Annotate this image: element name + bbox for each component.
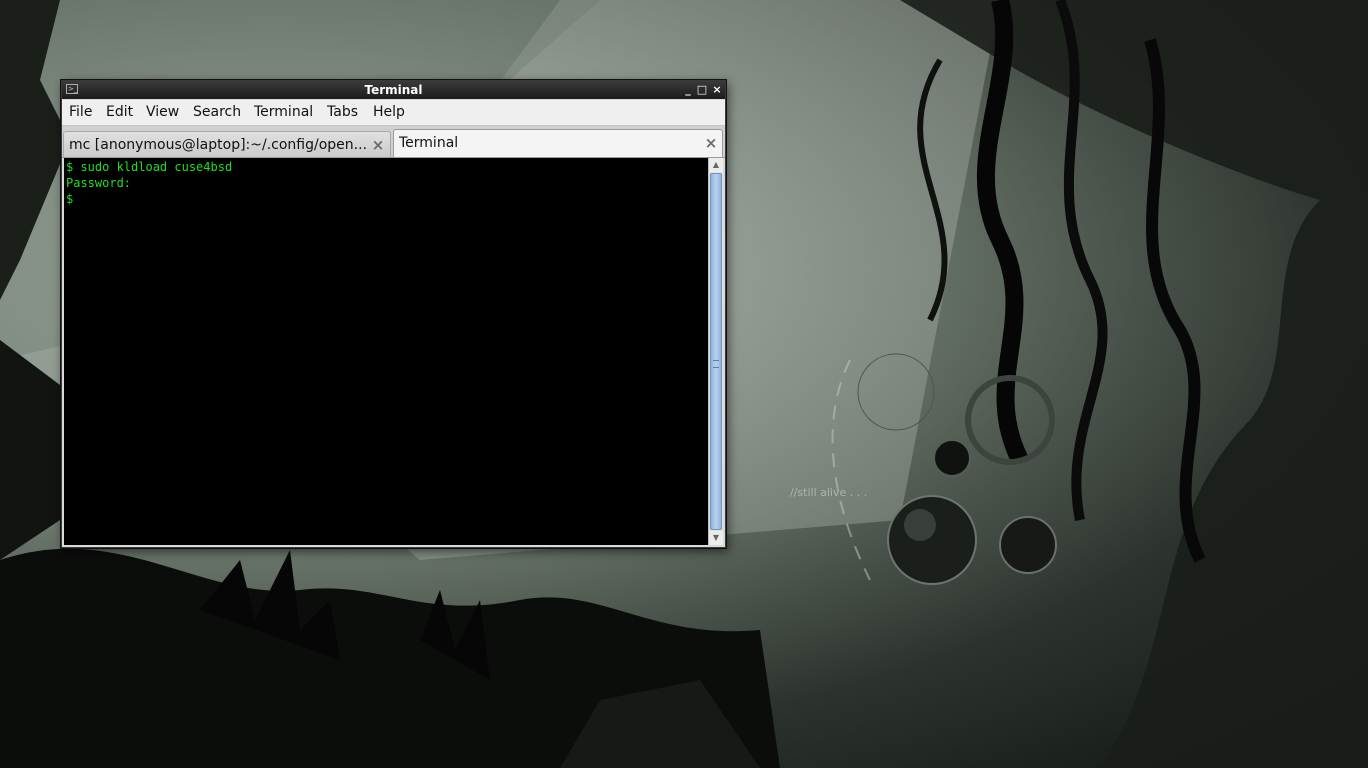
menu-file[interactable]: File [65,100,96,125]
menu-tabs[interactable]: Tabs [323,100,362,125]
menu-help[interactable]: Help [369,100,409,125]
tab-close-icon[interactable]: × [370,132,386,159]
window-title: Terminal [364,83,423,97]
terminal-app-icon[interactable]: >_ [66,84,78,94]
tab-mc[interactable]: mc [anonymous@laptop]:~/.config/open... … [63,131,391,157]
scroll-up-icon[interactable]: ▲ [709,158,723,172]
menu-view[interactable]: View [142,100,183,125]
tab-bar: mc [anonymous@laptop]:~/.config/open... … [62,126,725,158]
tab-terminal[interactable]: Terminal × [393,129,723,157]
maximize-icon[interactable]: □ [695,82,709,98]
scroll-grip-icon [713,360,719,368]
scroll-down-icon[interactable]: ▼ [709,531,723,545]
scrollbar-thumb[interactable] [710,173,722,530]
terminal-line: $ sudo kldload cuse4bsd [66,160,233,174]
tab-label: Terminal [399,135,459,151]
terminal-window[interactable]: >_ Terminal _ □ × File Edit View Search … [61,80,726,548]
tab-close-icon[interactable]: × [703,130,719,157]
terminal-line: Password: [66,176,132,190]
menu-bar: File Edit View Search Terminal Tabs Help [62,100,725,126]
minimize-icon[interactable]: _ [681,82,695,98]
wallpaper-text: //still alive . . . [790,486,867,499]
tab-label: mc [anonymous@laptop]:~/.config/open... [69,137,368,153]
menu-edit[interactable]: Edit [102,100,137,125]
terminal-output[interactable]: $ sudo kldload cuse4bsd Password: $ [64,158,708,545]
terminal-scrollbar[interactable]: ▲ ▼ [708,158,723,545]
menu-search[interactable]: Search [189,100,245,125]
desktop: //still alive . . . >_ Terminal _ □ × Fi… [0,0,1368,768]
terminal-prompt: $ [66,192,74,206]
close-icon[interactable]: × [710,82,724,98]
menu-terminal[interactable]: Terminal [250,100,317,125]
window-titlebar[interactable]: >_ Terminal _ □ × [62,81,725,99]
